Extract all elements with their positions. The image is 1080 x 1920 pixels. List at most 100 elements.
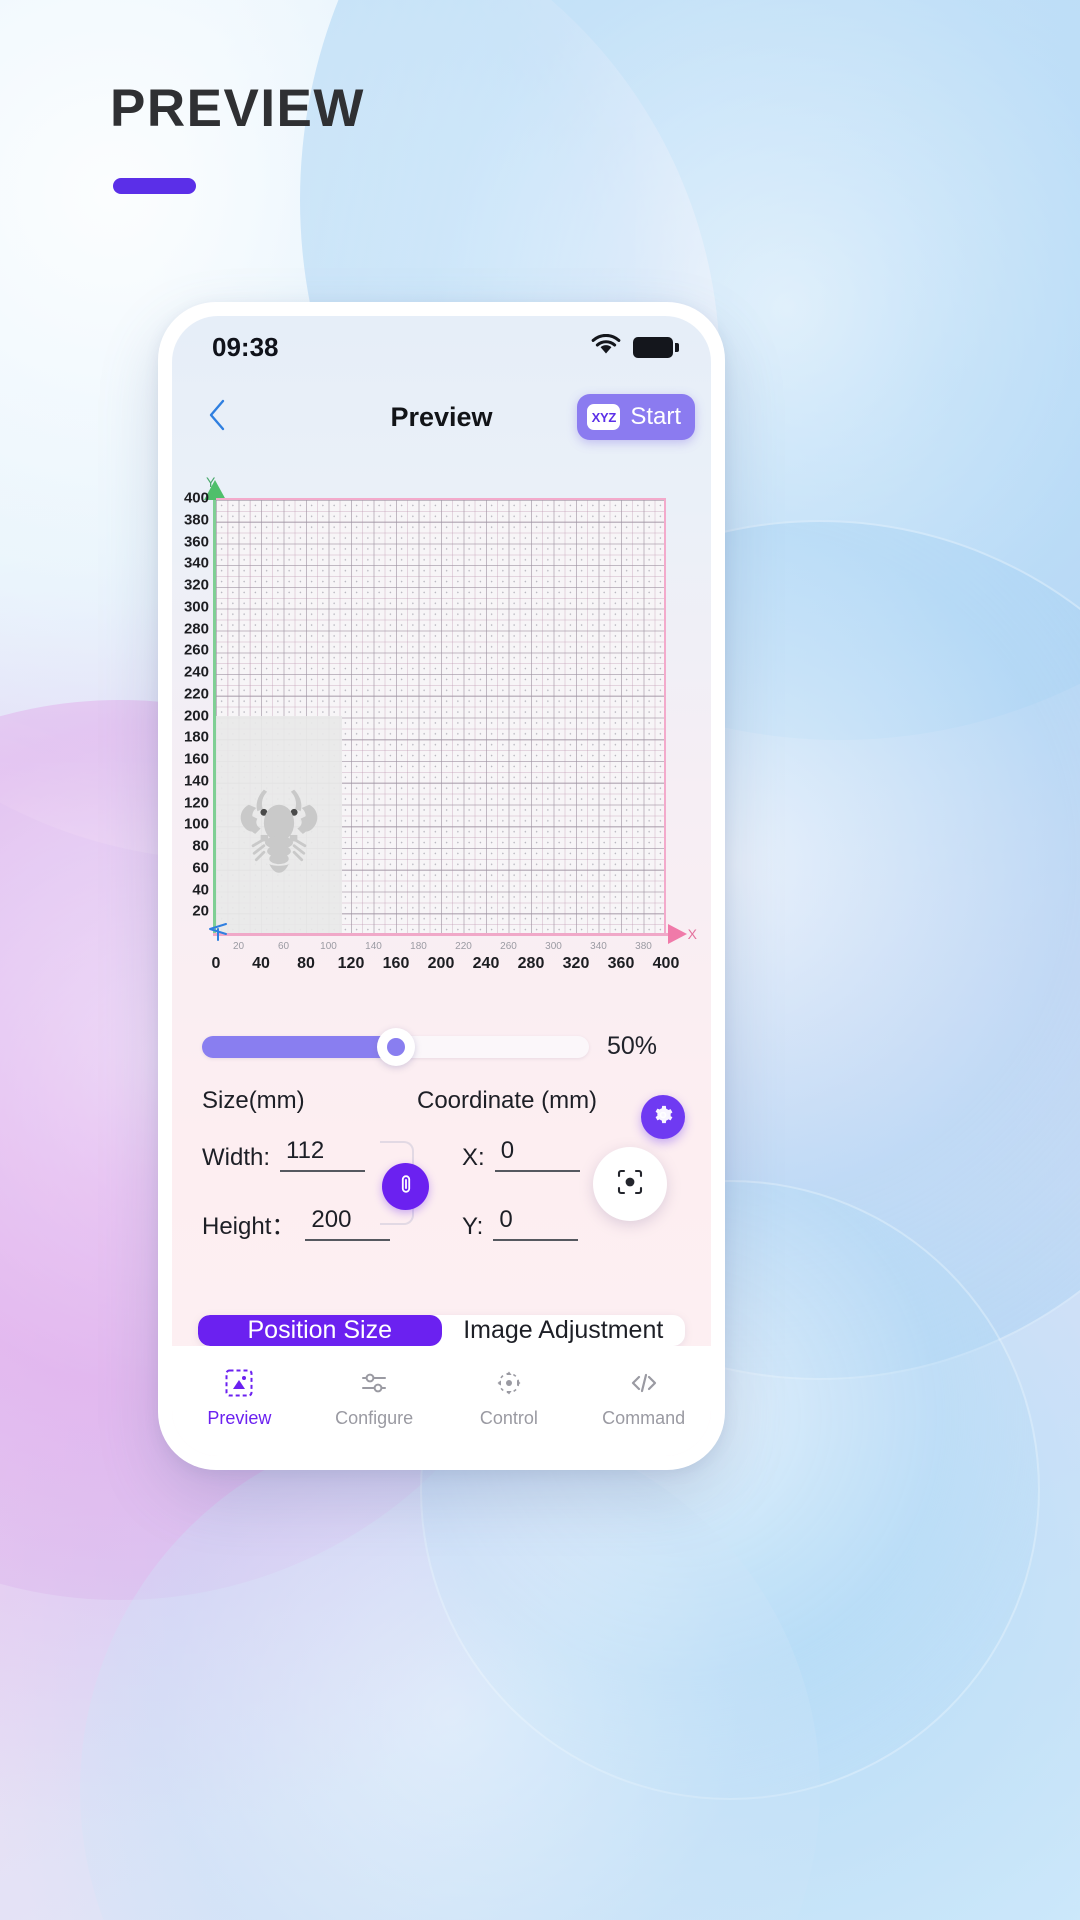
x-axis-ticks: 0 40 80 120 160 200 240 280 320 360 400 20 60 100 140 1…: [212, 938, 680, 972]
x-tick-label: 200: [427, 955, 455, 972]
y-label: Y:: [462, 1213, 484, 1240]
y-tick-label: 140: [183, 772, 209, 790]
link-ratio-button[interactable]: [382, 1163, 429, 1210]
x-axis-line: [213, 933, 669, 936]
y-tick-label: 200: [183, 707, 209, 724]
x-tick-label: 400: [652, 955, 680, 972]
size-coordinate-panel: Size(mm) Coordinate (mm) Width: 112 X: 0…: [202, 1087, 685, 1275]
start-button[interactable]: XYZ Start: [577, 394, 695, 440]
y-tick-label: 20: [192, 902, 209, 920]
x-tick-label: 360: [607, 955, 635, 972]
x-minor-tick-label: 340: [590, 941, 607, 952]
tab-control-label: Control: [479, 1408, 538, 1428]
tab-preview-label: Preview: [207, 1408, 272, 1428]
y-tick-label: 260: [183, 641, 209, 659]
gear-icon: [652, 1104, 674, 1131]
y-tick-label: 40: [192, 881, 209, 898]
y-tick-label: 160: [183, 750, 209, 768]
x-axis-label: X: [687, 926, 697, 942]
y-tick-label: 120: [183, 794, 209, 811]
back-button[interactable]: [194, 394, 240, 440]
y-tick-label: 80: [192, 837, 209, 855]
page-title: PREVIEW: [110, 79, 365, 138]
y-tick-label: 220: [183, 685, 209, 703]
status-indicators: [591, 332, 679, 363]
x-minor-tick-label: 220: [455, 941, 472, 952]
x-label: X:: [462, 1144, 485, 1171]
x-minor-tick-label: 260: [500, 941, 517, 952]
zoom-slider[interactable]: [202, 1027, 589, 1066]
tab-configure-label: Configure: [335, 1408, 414, 1428]
y-tick-label: 240: [183, 663, 209, 681]
preview-canvas[interactable]: Y X 400 380 360 340 320 300 280 260 240 …: [182, 474, 699, 998]
y-tick-label: 60: [192, 859, 209, 877]
lobster-artwork-icon: [225, 768, 333, 881]
y-axis-ticks: 400 380 360 340 320 300 280 260 240 220 200 180 160 1…: [182, 491, 212, 933]
width-input[interactable]: 112: [280, 1137, 366, 1172]
zoom-slider-row[interactable]: 50%: [202, 1027, 681, 1066]
xyz-icon: XYZ: [587, 404, 621, 430]
y-tick-label: 320: [183, 576, 209, 594]
zoom-value-label: 50%: [607, 1032, 658, 1060]
chevron-left-icon: [206, 398, 228, 437]
chart-area: Y X 400 380 360 340 320 300 280 260 240 …: [182, 474, 699, 998]
panel-headings: Size(mm) Coordinate (mm): [202, 1087, 681, 1115]
x-input[interactable]: 0: [494, 1137, 580, 1172]
y-input[interactable]: 0: [493, 1206, 579, 1241]
zoom-slider-fill: [202, 1035, 396, 1058]
tab-command-label: Command: [602, 1408, 686, 1428]
status-time: 09:38: [212, 331, 279, 362]
x-tick-label: 0: [211, 955, 221, 972]
tab-preview[interactable]: Preview: [172, 1367, 307, 1429]
y-tick-label: 280: [183, 620, 209, 637]
zoom-slider-handle[interactable]: [376, 1027, 415, 1066]
y-tick-label: 340: [183, 554, 209, 572]
phone-mockup: 09:38 Preview XYZ Start Y X 400 380 360 …: [158, 302, 725, 1470]
x-tick-label: 80: [297, 955, 315, 972]
tab-control[interactable]: Control: [442, 1367, 577, 1429]
segment-position-size[interactable]: Position Size: [198, 1315, 442, 1346]
start-button-label: Start: [630, 403, 681, 430]
coordinate-heading: Coordinate (mm): [417, 1087, 598, 1114]
settings-button[interactable]: [641, 1095, 685, 1139]
x-minor-tick-label: 60: [277, 941, 290, 952]
x-tick-label: 320: [562, 955, 590, 972]
segment-image-adjustment[interactable]: Image Adjustment: [442, 1315, 686, 1346]
sliders-icon: [359, 1367, 389, 1399]
x-tick-label: 160: [382, 955, 410, 972]
app-navbar: Preview XYZ Start: [172, 378, 711, 456]
y-tick-label: 400: [183, 489, 209, 507]
x-minor-tick-label: 380: [635, 941, 652, 952]
wifi-icon: [591, 332, 621, 363]
height-label: Height：: [202, 1213, 296, 1240]
status-bar: 09:38: [172, 316, 711, 378]
phone-screen: 09:38 Preview XYZ Start Y X 400 380 360 …: [172, 316, 711, 1456]
x-tick-label: 120: [337, 955, 365, 972]
mode-segmented-control[interactable]: Position Size Image Adjustment: [198, 1315, 685, 1346]
artwork-bounding-box[interactable]: [216, 715, 342, 933]
x-minor-tick-label: 300: [545, 941, 562, 952]
battery-full-icon: [633, 336, 679, 358]
form-rows: Width: 112 X: 0 Height： 200 Y: 0: [202, 1095, 685, 1241]
x-tick-label: 40: [252, 955, 270, 972]
y-field-group: Y: 0: [462, 1206, 579, 1241]
x-tick-label: 280: [517, 955, 545, 972]
code-brackets-icon: [629, 1367, 659, 1399]
preview-frame-icon: [224, 1367, 254, 1399]
tab-configure[interactable]: Configure: [307, 1367, 442, 1429]
tab-command[interactable]: Command: [576, 1367, 711, 1429]
y-tick-label: 380: [183, 511, 209, 529]
focus-target-button[interactable]: [593, 1147, 667, 1221]
link-ratio-icon: [395, 1173, 417, 1200]
y-tick-label: 100: [183, 815, 209, 833]
y-tick-label: 360: [183, 533, 209, 550]
width-label: Width:: [202, 1144, 271, 1171]
dpad-icon: [494, 1367, 524, 1399]
x-minor-tick-label: 140: [365, 941, 382, 952]
bottom-tabbar: Preview Configure Control Command: [172, 1346, 711, 1456]
y-tick-label: 300: [183, 598, 209, 616]
x-field-group: X: 0: [462, 1137, 580, 1172]
x-minor-tick-label: 100: [320, 941, 337, 952]
x-minor-tick-label: 20: [232, 941, 245, 952]
height-input[interactable]: 200: [305, 1206, 391, 1241]
